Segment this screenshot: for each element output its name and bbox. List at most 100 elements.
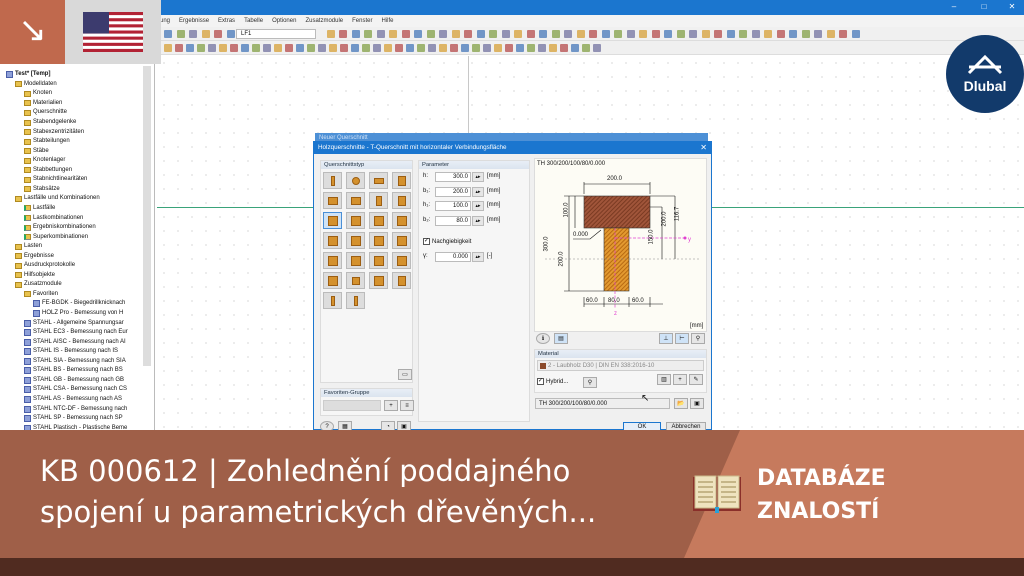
toolbar-button-icon[interactable]: [406, 44, 414, 52]
display-toggle-button[interactable]: ▤: [554, 333, 568, 344]
toolbar-button-icon[interactable]: [576, 30, 585, 38]
toolbar-button-icon[interactable]: [384, 44, 392, 52]
param-input[interactable]: 300.0: [435, 172, 471, 182]
toolbar-button-icon[interactable]: [751, 30, 760, 38]
toolbar-button-icon[interactable]: [501, 30, 510, 38]
toolbar-button-icon[interactable]: [639, 30, 647, 38]
toolbar-button-icon[interactable]: [326, 30, 335, 38]
section-type-button[interactable]: [346, 232, 365, 249]
section-type-button[interactable]: [346, 192, 365, 209]
tree-item[interactable]: Stabbettungen: [24, 166, 72, 176]
param-spinner[interactable]: ▴▸: [472, 172, 484, 182]
toolbar-button-icon[interactable]: [589, 30, 597, 38]
tree-scrollbar[interactable]: [143, 66, 151, 366]
param-input[interactable]: 200.0: [435, 186, 471, 197]
toolbar-button-icon[interactable]: [789, 30, 797, 38]
flexibility-checkbox[interactable]: ✓ Nachgiebigkeit: [423, 238, 471, 245]
tree-item[interactable]: STAHL AS - Bemessung nach AS: [24, 395, 122, 405]
toolbar-button-icon[interactable]: [176, 30, 185, 38]
toolbar-button-icon[interactable]: [739, 30, 747, 38]
tree-item[interactable]: Lasten: [15, 242, 42, 252]
toolbar-button-icon[interactable]: [164, 30, 172, 38]
toolbar-button-icon[interactable]: [439, 30, 447, 38]
toolbar-button-icon[interactable]: [201, 30, 210, 38]
section-type-button[interactable]: [346, 252, 365, 269]
section-type-button[interactable]: [323, 212, 342, 229]
toolbar-button-icon[interactable]: [826, 30, 835, 38]
edit-material-button[interactable]: ✎: [689, 374, 703, 385]
toolbar-button-icon[interactable]: [601, 30, 610, 38]
tree-item[interactable]: FE-BGDK - Biegedrillknicknach: [33, 299, 125, 309]
dimension-button[interactable]: ⊥: [659, 333, 673, 344]
toolbar-button-icon[interactable]: [776, 30, 785, 38]
tree-item[interactable]: Lastfälle: [24, 204, 55, 214]
menu-item[interactable]: Fenster: [352, 18, 372, 24]
toolbar-button-icon[interactable]: [571, 44, 579, 52]
zoom-icon[interactable]: ⚲: [691, 333, 705, 344]
minimize-icon[interactable]: –: [944, 2, 964, 11]
toolbar-button-icon[interactable]: [626, 30, 635, 38]
section-type-button[interactable]: [369, 252, 388, 269]
tree-item[interactable]: Querschnitte: [24, 108, 67, 118]
toolbar-button-icon[interactable]: [417, 44, 425, 52]
gamma-input[interactable]: 0.000: [435, 252, 471, 262]
param-spinner[interactable]: ▴▸: [472, 186, 484, 197]
toolbar-button-icon[interactable]: [241, 44, 249, 52]
section-type-button[interactable]: [346, 172, 365, 189]
toolbar-button-icon[interactable]: [814, 30, 822, 38]
tree-item[interactable]: Modelldaten: [15, 80, 57, 90]
toolbar-button-icon[interactable]: [263, 44, 271, 52]
new-material-button[interactable]: +: [673, 374, 687, 385]
tree-item[interactable]: STAHL AISC - Bemessung nach AI: [24, 337, 126, 347]
loadcase-select[interactable]: LF1: [236, 29, 316, 39]
menu-item[interactable]: Tabelle: [244, 18, 263, 24]
toolbar-button-icon[interactable]: [230, 44, 238, 52]
section-type-button[interactable]: [323, 232, 342, 249]
toolbar-button-icon[interactable]: [175, 44, 183, 52]
tree-item[interactable]: STAHL NTC-DF - Bemessung nach: [24, 404, 127, 414]
toolbar-button-icon[interactable]: [189, 30, 197, 38]
param-input[interactable]: 80.0: [435, 215, 471, 226]
toolbar-button-icon[interactable]: [274, 44, 282, 52]
toolbar-button-icon[interactable]: [593, 44, 601, 52]
section-type-button[interactable]: [392, 232, 411, 249]
toolbar-button-icon[interactable]: [664, 30, 672, 38]
toolbar-button-icon[interactable]: [340, 44, 348, 52]
section-type-button[interactable]: [369, 232, 388, 249]
section-type-button[interactable]: [323, 252, 342, 269]
toolbar-button-icon[interactable]: [426, 30, 435, 38]
open-icon[interactable]: 📂: [674, 398, 688, 409]
toolbar-button-icon[interactable]: [401, 30, 410, 38]
tree-item[interactable]: Lastkombinationen: [24, 213, 83, 223]
toolbar-button-icon[interactable]: [526, 30, 535, 38]
toolbar-button-icon[interactable]: [164, 44, 172, 52]
toolbar-button-icon[interactable]: [701, 30, 710, 38]
tree-item[interactable]: Hilfsobjekte: [15, 271, 55, 281]
tree-item[interactable]: STAHL Plastisch - Plastische Beme: [24, 423, 127, 430]
section-type-button[interactable]: [323, 292, 342, 309]
toolbar-button-icon[interactable]: [296, 44, 304, 52]
toolbar-button-icon[interactable]: [538, 44, 546, 52]
toolbar-button-icon[interactable]: [389, 30, 397, 38]
toolbar-button-icon[interactable]: [252, 44, 260, 52]
section-type-button[interactable]: [346, 212, 365, 229]
toolbar-button-icon[interactable]: [451, 30, 460, 38]
library-button[interactable]: ▭: [398, 369, 412, 380]
section-type-button[interactable]: [369, 192, 388, 209]
toolbar-button-icon[interactable]: [351, 44, 359, 52]
toolbar-button-icon[interactable]: [476, 30, 485, 38]
toolbar-button-icon[interactable]: [514, 30, 522, 38]
toolbar-button-icon[interactable]: [764, 30, 772, 38]
tree-item[interactable]: STAHL EC3 - Bemessung nach Eur: [24, 328, 128, 338]
tree-item[interactable]: Ausdruckprotokolle: [15, 261, 75, 271]
toolbar-button-icon[interactable]: [208, 44, 216, 52]
section-type-button[interactable]: [392, 172, 411, 189]
menu-item[interactable]: ung: [160, 18, 170, 24]
toolbar-button-icon[interactable]: [339, 30, 347, 38]
menu-item[interactable]: Ergebnisse: [179, 18, 209, 24]
toolbar-button-icon[interactable]: [505, 44, 513, 52]
toolbar-button-icon[interactable]: [472, 44, 480, 52]
toolbar-button-icon[interactable]: [483, 44, 491, 52]
section-type-button[interactable]: [346, 272, 365, 289]
tree-item[interactable]: Knotenlager: [24, 156, 65, 166]
